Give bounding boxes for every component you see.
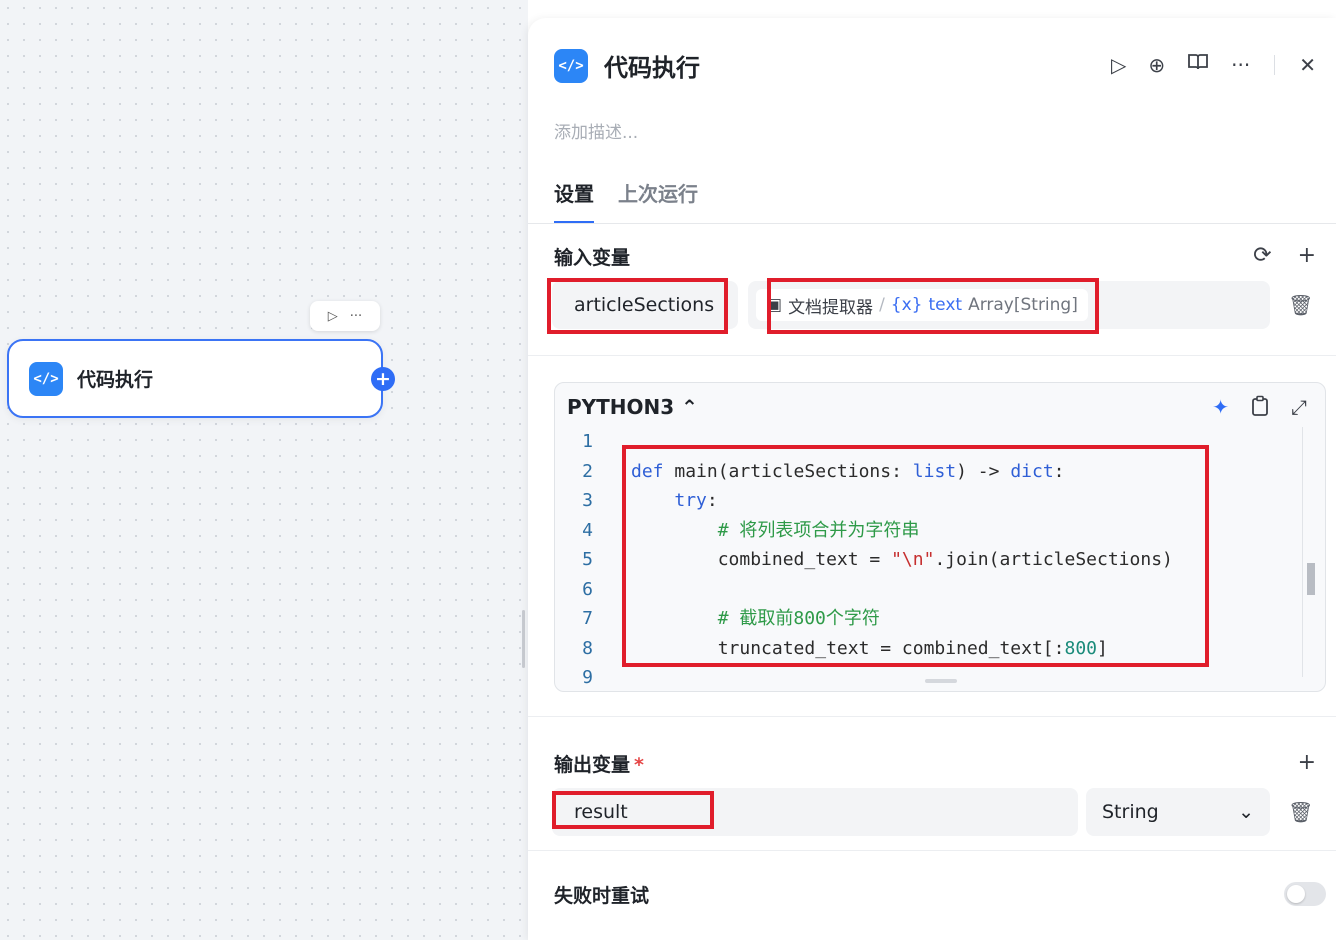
expand-icon[interactable]: ⤢ [1291,395,1307,422]
add-input-icon[interactable]: + [1298,243,1316,268]
node-title: 代码执行 [77,369,154,391]
code-icon: </> [29,361,63,396]
panel-tabs: 设置 上次运行 [554,178,698,223]
retry-on-failure-label: 失败时重试 [554,885,650,907]
code-line: 3 try: [582,490,718,511]
description-input[interactable]: 添加描述... [554,118,638,143]
panel-header: </> 代码执行 [554,48,700,83]
locate-icon[interactable]: ⊕ [1148,53,1165,77]
code-line: 4 # 将列表项合并为字符串 [582,519,920,541]
var-ref-chip: ▣ 文档提取器 / {x} text Array[String] [756,289,1088,321]
retry-toggle[interactable] [1284,882,1326,906]
tab-settings[interactable]: 设置 [554,178,594,223]
input-variables-label: 输入变量 [554,247,631,269]
variable-icon: {x} [890,295,923,315]
chevron-down-icon: ⌄ [1238,801,1254,823]
node-toolbar: ▷ ··· [310,301,380,331]
tab-last-run[interactable]: 上次运行 [618,178,698,223]
more-icon[interactable]: ··· [350,309,362,324]
code-line: 1 [582,431,593,452]
section-divider [528,355,1336,356]
delete-input-icon[interactable]: 🗑 [1288,293,1313,317]
run-node-icon[interactable]: ▷ [328,309,338,324]
ai-generate-icon[interactable]: ✦ [1212,395,1229,422]
code-line: 6 [582,578,593,600]
output-var-name-field[interactable]: result [552,788,1078,836]
editor-scrollbar[interactable] [1307,563,1315,595]
editor-actions: ✦ ⤢ [1212,395,1307,422]
run-icon[interactable]: ▷ [1111,53,1126,77]
close-icon[interactable]: ✕ [1299,53,1316,77]
output-type-value: String [1102,801,1159,823]
editor-resize-grip[interactable] [925,679,957,683]
code-line: 5 combined_text = "\n".join(articleSecti… [582,549,1173,570]
doc-node-icon: ▣ [766,295,783,315]
code-line: 2 def main(articleSections: list) -> dict… [582,460,1065,482]
ref-node-name: 文档提取器 [788,297,874,318]
panel-title[interactable]: 代码执行 [604,48,700,83]
code-editor[interactable]: PYTHON3 ⌃ ✦ ⤢ 1 2 def main(articleSection… [554,382,1326,692]
code-exec-node[interactable]: </> 代码执行 + [7,339,395,418]
sync-icon[interactable]: ⟳ [1253,243,1271,268]
add-output-icon[interactable]: + [1298,750,1316,775]
input-section-actions: ⟳ + [1253,243,1316,268]
docs-icon[interactable] [1187,52,1209,77]
tabs-divider [528,223,1336,224]
delete-output-icon[interactable]: 🗑 [1288,800,1313,824]
code-icon: </> [554,48,588,83]
editor-scroll-track [1302,427,1303,677]
more-icon[interactable]: ··· [1231,53,1250,77]
language-selector[interactable]: PYTHON3 ⌃ [567,395,698,419]
header-divider [1274,54,1276,75]
section-divider [528,850,1336,851]
output-variables-label: 输出变量 * [554,754,644,776]
ref-var-type: Array[String] [968,295,1078,315]
ref-var-name: text [928,295,963,315]
panel-resize-handle[interactable] [522,610,525,668]
input-var-name-field[interactable]: articleSections [552,281,738,329]
output-type-select[interactable]: String ⌄ [1086,788,1270,836]
required-mark: * [634,754,644,776]
code-line: 8 truncated_text = combined_text[:800] [582,637,1108,659]
node-settings-panel: </> 代码执行 ▷ ⊕ ··· ✕ 添加描述... 设置 上次运行 输入变量 … [528,18,1336,940]
ref-separator: / [879,295,885,315]
code-line: 7 # 截取前800个字符 [582,608,880,629]
add-next-node-button[interactable]: + [371,367,395,391]
section-divider [528,716,1336,717]
code-line: 9 [582,667,593,688]
header-actions: ▷ ⊕ ··· ✕ [1111,52,1316,77]
copy-icon[interactable] [1251,395,1269,422]
input-var-ref-selector[interactable]: ▣ 文档提取器 / {x} text Array[String] [748,281,1270,329]
workflow-canvas[interactable]: ▷ ··· </> 代码执行 + [0,0,528,940]
code-content[interactable]: 1 2 def main(articleSections: list) -> di… [555,427,1325,691]
toggle-knob [1287,885,1305,903]
output-section-actions: + [1298,750,1316,775]
